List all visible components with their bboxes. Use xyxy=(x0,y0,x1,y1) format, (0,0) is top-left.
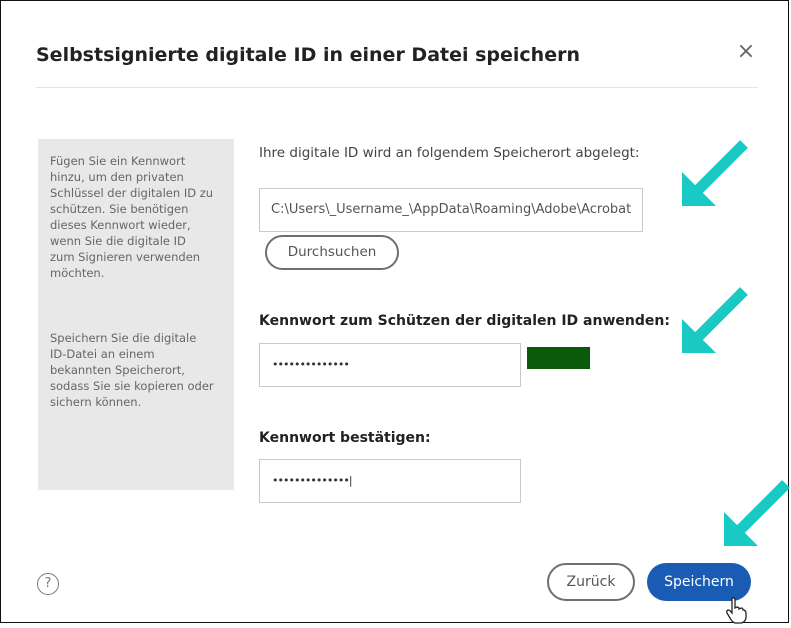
close-icon[interactable]: × xyxy=(734,40,758,64)
password-strength-indicator xyxy=(527,347,590,369)
help-icon[interactable]: ? xyxy=(37,573,59,595)
browse-button[interactable]: Durchsuchen xyxy=(265,235,399,270)
sidebar-paragraph-location: Speichern Sie die digitale ID-Datei an e… xyxy=(50,331,214,409)
title-divider xyxy=(36,87,758,88)
password-field[interactable]: •••••••••••••• xyxy=(259,343,521,387)
confirm-password-field[interactable]: ••••••••••••••| xyxy=(259,459,521,503)
location-label: Ihre digitale ID wird an folgendem Speic… xyxy=(259,145,640,161)
annotation-arrow-icon xyxy=(724,480,790,546)
sidebar-paragraph-password: Fügen Sie ein Kennwort hinzu, um den pri… xyxy=(50,154,214,280)
password-label: Kennwort zum Schützen der digitalen ID a… xyxy=(259,313,670,329)
back-button[interactable]: Zurück xyxy=(547,563,635,601)
location-path-field[interactable]: C:\Users\_Username_\AppData\Roaming\Adob… xyxy=(259,188,643,232)
dialog-title: Selbstsignierte digitale ID in einer Dat… xyxy=(36,44,580,66)
confirm-label: Kennwort bestätigen: xyxy=(259,430,431,446)
annotation-arrow-icon xyxy=(682,140,748,206)
hand-cursor-icon xyxy=(725,596,747,624)
annotation-arrow-icon xyxy=(682,287,748,353)
info-sidebar: Fügen Sie ein Kennwort hinzu, um den pri… xyxy=(38,139,234,490)
